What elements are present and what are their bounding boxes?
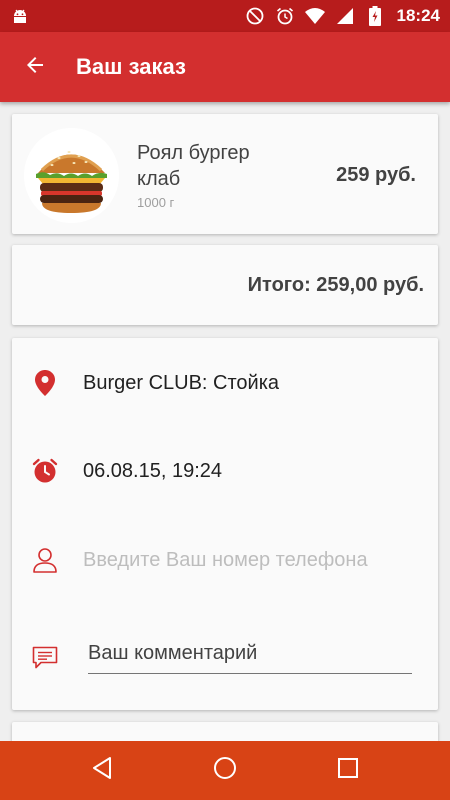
- nav-back-button[interactable]: [77, 746, 127, 796]
- wifi-icon: [304, 6, 325, 26]
- order-details-card: Burger CLUB: Стойка 06.08.15, 19:24: [12, 338, 438, 710]
- do-not-disturb-icon: [245, 6, 265, 26]
- status-right: 18:24: [245, 6, 440, 26]
- location-pin-icon: [32, 370, 58, 396]
- person-icon: [32, 547, 58, 573]
- comment-icon: [32, 645, 58, 671]
- page-title: Ваш заказ: [76, 54, 186, 79]
- back-button[interactable]: [0, 32, 70, 102]
- product-weight: 1000 г: [137, 195, 175, 210]
- status-time: 18:24: [396, 6, 440, 25]
- order-item-card[interactable]: Роял бургер клаб 1000 г 259 руб.: [12, 114, 438, 234]
- product-price: 259 руб.: [336, 164, 416, 186]
- datetime-text: 06.08.15, 19:24: [83, 459, 223, 482]
- comment-row: [12, 638, 438, 678]
- home-circle-icon: [213, 756, 237, 785]
- alarm-clock-icon: [32, 458, 58, 484]
- back-triangle-icon: [91, 756, 113, 785]
- signal-icon: [335, 6, 355, 26]
- navigation-bar: [0, 741, 450, 800]
- phone-row: [12, 540, 438, 580]
- phone-input[interactable]: [83, 544, 413, 576]
- product-name: Роял бургер клаб: [137, 142, 250, 190]
- location-row[interactable]: Burger CLUB: Стойка: [12, 363, 438, 403]
- order-total: Итого: 259,00 руб.: [247, 274, 424, 296]
- order-total-card: Итого: 259,00 руб.: [12, 245, 438, 325]
- burger-image: [24, 128, 119, 223]
- recents-square-icon: [337, 757, 359, 784]
- status-left: [10, 6, 30, 26]
- comment-input[interactable]: [88, 638, 412, 674]
- battery-charging-icon: [365, 6, 385, 26]
- android-icon: [10, 6, 30, 26]
- nav-home-button[interactable]: [200, 746, 250, 796]
- arrow-back-icon: [23, 53, 47, 82]
- datetime-row[interactable]: 06.08.15, 19:24: [12, 451, 438, 491]
- alarm-icon: [275, 6, 295, 26]
- location-text: Burger CLUB: Стойка: [83, 371, 280, 394]
- app-bar: Ваш заказ: [0, 32, 450, 102]
- status-bar: 18:24: [0, 0, 450, 32]
- nav-recents-button[interactable]: [323, 746, 373, 796]
